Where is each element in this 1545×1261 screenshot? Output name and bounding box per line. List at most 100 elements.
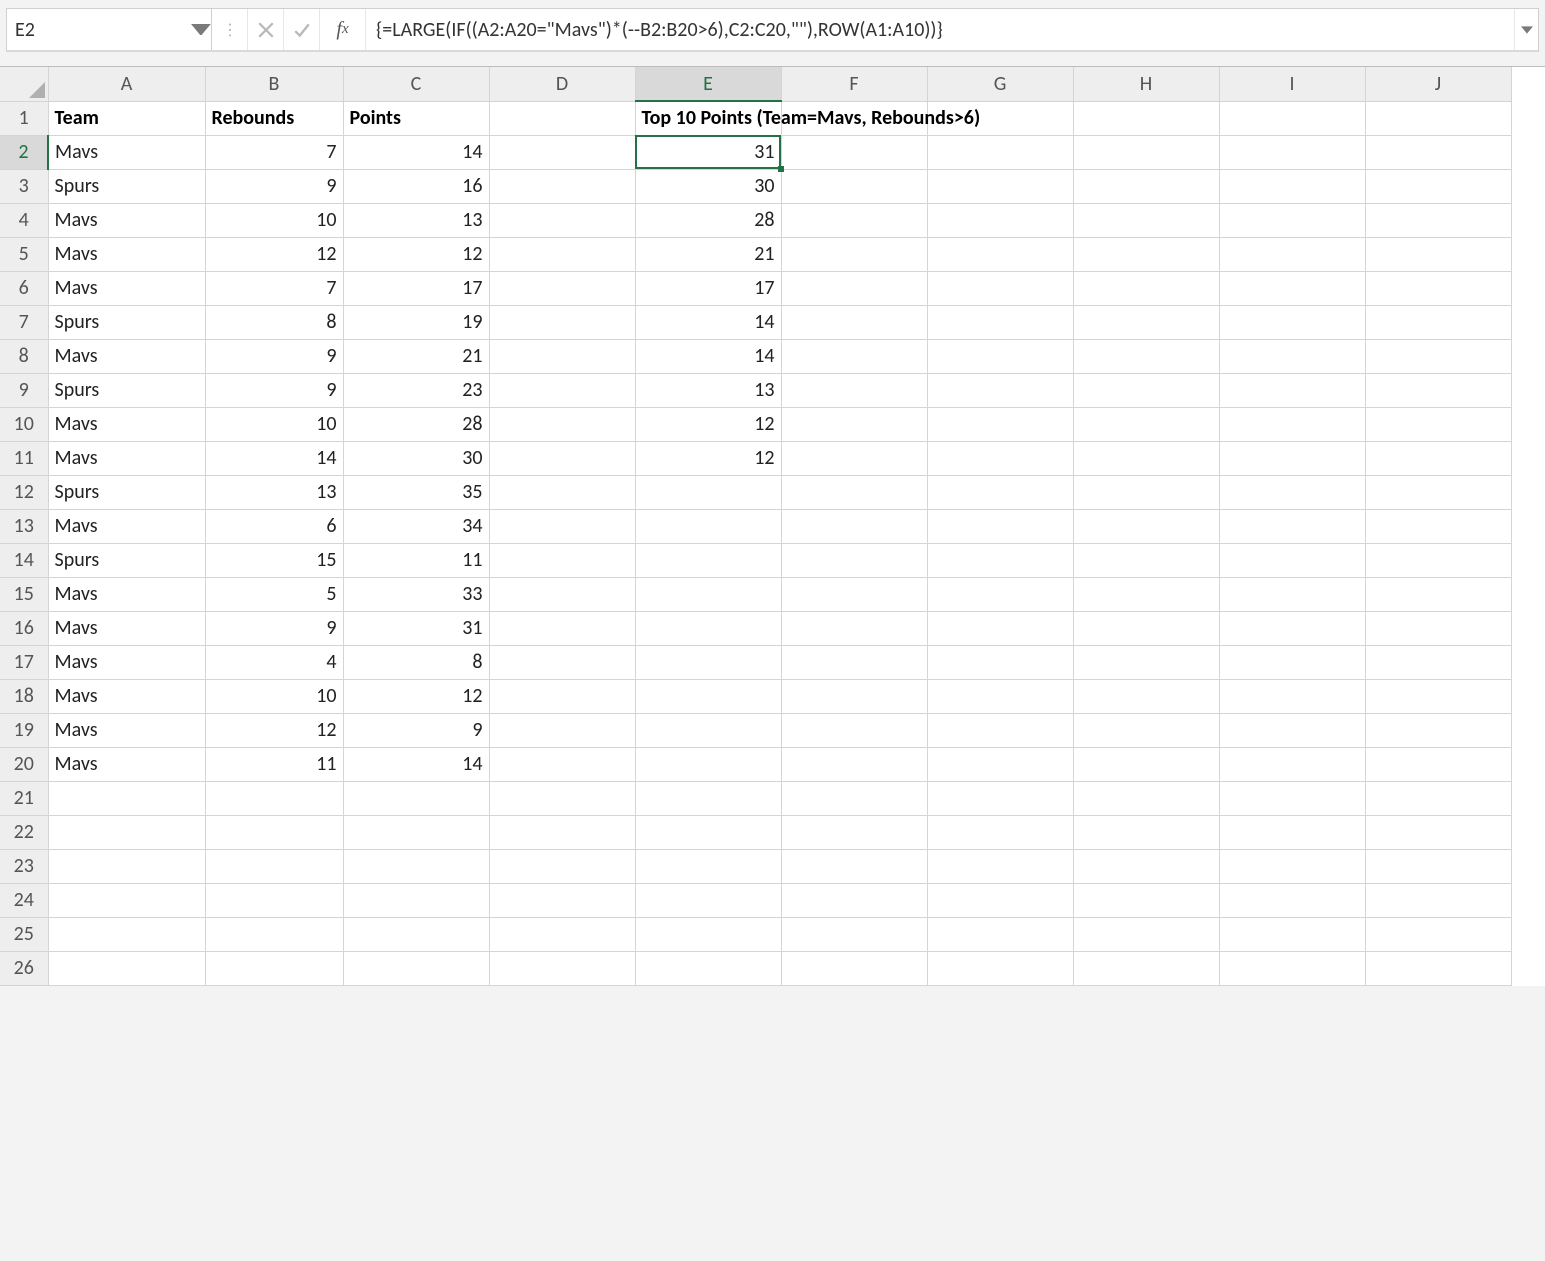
cell-H18[interactable] — [1073, 679, 1219, 713]
formula-input-wrap[interactable] — [366, 9, 1514, 50]
cell-A3[interactable]: Spurs — [48, 169, 205, 203]
cell-I18[interactable] — [1219, 679, 1365, 713]
cell-B9[interactable]: 9 — [205, 373, 343, 407]
cell-A18[interactable]: Mavs — [48, 679, 205, 713]
cell-H2[interactable] — [1073, 135, 1219, 169]
row-header-21[interactable]: 21 — [0, 781, 48, 815]
cell-J5[interactable] — [1365, 237, 1511, 271]
cell-D15[interactable] — [489, 577, 635, 611]
cell-G14[interactable] — [927, 543, 1073, 577]
cell-B24[interactable] — [205, 883, 343, 917]
row-header-6[interactable]: 6 — [0, 271, 48, 305]
cell-H9[interactable] — [1073, 373, 1219, 407]
cell-F9[interactable] — [781, 373, 927, 407]
cell-B10[interactable]: 10 — [205, 407, 343, 441]
cell-A24[interactable] — [48, 883, 205, 917]
column-header-J[interactable]: J — [1365, 67, 1511, 101]
cell-D26[interactable] — [489, 951, 635, 985]
row-header-18[interactable]: 18 — [0, 679, 48, 713]
cell-C10[interactable]: 28 — [343, 407, 489, 441]
cell-J8[interactable] — [1365, 339, 1511, 373]
cell-F1[interactable] — [781, 101, 927, 135]
cell-H12[interactable] — [1073, 475, 1219, 509]
cell-G4[interactable] — [927, 203, 1073, 237]
cell-H5[interactable] — [1073, 237, 1219, 271]
cell-B20[interactable]: 11 — [205, 747, 343, 781]
row-header-17[interactable]: 17 — [0, 645, 48, 679]
cell-A14[interactable]: Spurs — [48, 543, 205, 577]
cell-I12[interactable] — [1219, 475, 1365, 509]
cell-D9[interactable] — [489, 373, 635, 407]
cell-G26[interactable] — [927, 951, 1073, 985]
cell-C17[interactable]: 8 — [343, 645, 489, 679]
cell-F2[interactable] — [781, 135, 927, 169]
cell-A2[interactable]: Mavs — [48, 135, 205, 169]
cell-J23[interactable] — [1365, 849, 1511, 883]
cell-F15[interactable] — [781, 577, 927, 611]
cell-G1[interactable] — [927, 101, 1073, 135]
cell-B12[interactable]: 13 — [205, 475, 343, 509]
cell-E26[interactable] — [635, 951, 781, 985]
cell-E1[interactable]: Top 10 Points (Team=Mavs, Rebounds>6) — [635, 101, 781, 135]
row-header-20[interactable]: 20 — [0, 747, 48, 781]
cell-B4[interactable]: 10 — [205, 203, 343, 237]
cell-G21[interactable] — [927, 781, 1073, 815]
cell-B16[interactable]: 9 — [205, 611, 343, 645]
cell-H4[interactable] — [1073, 203, 1219, 237]
cell-G8[interactable] — [927, 339, 1073, 373]
column-header-I[interactable]: I — [1219, 67, 1365, 101]
cell-J18[interactable] — [1365, 679, 1511, 713]
cell-E14[interactable] — [635, 543, 781, 577]
cell-D22[interactable] — [489, 815, 635, 849]
row-header-12[interactable]: 12 — [0, 475, 48, 509]
cell-J14[interactable] — [1365, 543, 1511, 577]
cell-F12[interactable] — [781, 475, 927, 509]
cell-F14[interactable] — [781, 543, 927, 577]
row-header-25[interactable]: 25 — [0, 917, 48, 951]
cell-J24[interactable] — [1365, 883, 1511, 917]
cell-B19[interactable]: 12 — [205, 713, 343, 747]
cell-E20[interactable] — [635, 747, 781, 781]
column-header-D[interactable]: D — [489, 67, 635, 101]
cell-C14[interactable]: 11 — [343, 543, 489, 577]
cell-I23[interactable] — [1219, 849, 1365, 883]
cell-E6[interactable]: 17 — [635, 271, 781, 305]
cell-A7[interactable]: Spurs — [48, 305, 205, 339]
cell-E22[interactable] — [635, 815, 781, 849]
cell-J16[interactable] — [1365, 611, 1511, 645]
cell-F23[interactable] — [781, 849, 927, 883]
cell-B13[interactable]: 6 — [205, 509, 343, 543]
cell-D25[interactable] — [489, 917, 635, 951]
cell-H3[interactable] — [1073, 169, 1219, 203]
select-all-corner[interactable] — [0, 67, 48, 101]
cell-G25[interactable] — [927, 917, 1073, 951]
cell-A9[interactable]: Spurs — [48, 373, 205, 407]
column-header-G[interactable]: G — [927, 67, 1073, 101]
cell-B3[interactable]: 9 — [205, 169, 343, 203]
cell-J3[interactable] — [1365, 169, 1511, 203]
cell-J20[interactable] — [1365, 747, 1511, 781]
cell-B2[interactable]: 7 — [205, 135, 343, 169]
cell-J22[interactable] — [1365, 815, 1511, 849]
cell-H8[interactable] — [1073, 339, 1219, 373]
cell-B26[interactable] — [205, 951, 343, 985]
cell-H11[interactable] — [1073, 441, 1219, 475]
cell-F11[interactable] — [781, 441, 927, 475]
cell-E17[interactable] — [635, 645, 781, 679]
cell-G2[interactable] — [927, 135, 1073, 169]
cell-H24[interactable] — [1073, 883, 1219, 917]
column-header-B[interactable]: B — [205, 67, 343, 101]
formula-bar-expand-icon[interactable] — [1514, 9, 1538, 50]
cell-F21[interactable] — [781, 781, 927, 815]
cell-H15[interactable] — [1073, 577, 1219, 611]
row-header-11[interactable]: 11 — [0, 441, 48, 475]
cell-A17[interactable]: Mavs — [48, 645, 205, 679]
cell-G6[interactable] — [927, 271, 1073, 305]
cell-I24[interactable] — [1219, 883, 1365, 917]
cell-G16[interactable] — [927, 611, 1073, 645]
cell-C25[interactable] — [343, 917, 489, 951]
cell-G12[interactable] — [927, 475, 1073, 509]
cell-E9[interactable]: 13 — [635, 373, 781, 407]
cell-D13[interactable] — [489, 509, 635, 543]
cell-D5[interactable] — [489, 237, 635, 271]
